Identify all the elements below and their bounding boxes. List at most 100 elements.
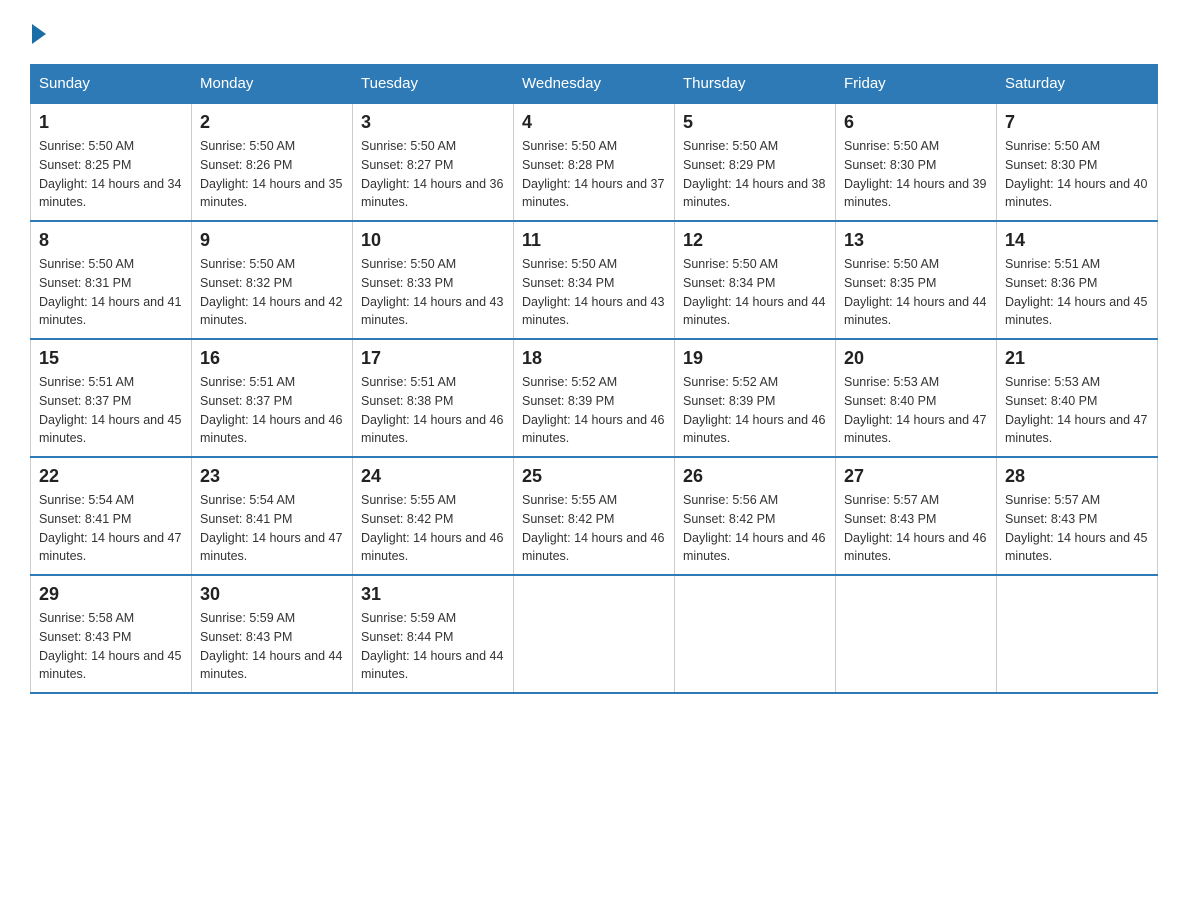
- day-info: Sunrise: 5:51 AMSunset: 8:37 PMDaylight:…: [39, 373, 183, 448]
- day-info: Sunrise: 5:50 AMSunset: 8:28 PMDaylight:…: [522, 137, 666, 212]
- header-day-thursday: Thursday: [675, 65, 836, 104]
- calendar-cell: 31 Sunrise: 5:59 AMSunset: 8:44 PMDaylig…: [353, 575, 514, 693]
- calendar-cell: 6 Sunrise: 5:50 AMSunset: 8:30 PMDayligh…: [836, 103, 997, 221]
- day-number: 12: [683, 230, 827, 251]
- day-info: Sunrise: 5:53 AMSunset: 8:40 PMDaylight:…: [1005, 373, 1149, 448]
- day-number: 26: [683, 466, 827, 487]
- day-info: Sunrise: 5:56 AMSunset: 8:42 PMDaylight:…: [683, 491, 827, 566]
- day-info: Sunrise: 5:51 AMSunset: 8:38 PMDaylight:…: [361, 373, 505, 448]
- day-info: Sunrise: 5:50 AMSunset: 8:34 PMDaylight:…: [522, 255, 666, 330]
- calendar-table: SundayMondayTuesdayWednesdayThursdayFrid…: [30, 64, 1158, 694]
- calendar-cell: 19 Sunrise: 5:52 AMSunset: 8:39 PMDaylig…: [675, 339, 836, 457]
- calendar-cell: 5 Sunrise: 5:50 AMSunset: 8:29 PMDayligh…: [675, 103, 836, 221]
- day-number: 6: [844, 112, 988, 133]
- day-number: 5: [683, 112, 827, 133]
- day-info: Sunrise: 5:54 AMSunset: 8:41 PMDaylight:…: [200, 491, 344, 566]
- day-info: Sunrise: 5:50 AMSunset: 8:34 PMDaylight:…: [683, 255, 827, 330]
- calendar-cell: 3 Sunrise: 5:50 AMSunset: 8:27 PMDayligh…: [353, 103, 514, 221]
- day-number: 10: [361, 230, 505, 251]
- calendar-cell: 8 Sunrise: 5:50 AMSunset: 8:31 PMDayligh…: [31, 221, 192, 339]
- calendar-cell: 30 Sunrise: 5:59 AMSunset: 8:43 PMDaylig…: [192, 575, 353, 693]
- calendar-cell: [997, 575, 1158, 693]
- day-number: 20: [844, 348, 988, 369]
- day-number: 1: [39, 112, 183, 133]
- day-number: 18: [522, 348, 666, 369]
- calendar-cell: 24 Sunrise: 5:55 AMSunset: 8:42 PMDaylig…: [353, 457, 514, 575]
- day-info: Sunrise: 5:51 AMSunset: 8:37 PMDaylight:…: [200, 373, 344, 448]
- day-info: Sunrise: 5:50 AMSunset: 8:26 PMDaylight:…: [200, 137, 344, 212]
- calendar-cell: 9 Sunrise: 5:50 AMSunset: 8:32 PMDayligh…: [192, 221, 353, 339]
- calendar-cell: [836, 575, 997, 693]
- day-info: Sunrise: 5:57 AMSunset: 8:43 PMDaylight:…: [1005, 491, 1149, 566]
- day-number: 14: [1005, 230, 1149, 251]
- day-info: Sunrise: 5:59 AMSunset: 8:43 PMDaylight:…: [200, 609, 344, 684]
- day-number: 19: [683, 348, 827, 369]
- day-info: Sunrise: 5:50 AMSunset: 8:29 PMDaylight:…: [683, 137, 827, 212]
- calendar-cell: 28 Sunrise: 5:57 AMSunset: 8:43 PMDaylig…: [997, 457, 1158, 575]
- day-info: Sunrise: 5:58 AMSunset: 8:43 PMDaylight:…: [39, 609, 183, 684]
- calendar-cell: [675, 575, 836, 693]
- header-day-wednesday: Wednesday: [514, 65, 675, 104]
- day-info: Sunrise: 5:50 AMSunset: 8:25 PMDaylight:…: [39, 137, 183, 212]
- day-info: Sunrise: 5:55 AMSunset: 8:42 PMDaylight:…: [361, 491, 505, 566]
- header-day-friday: Friday: [836, 65, 997, 104]
- day-number: 15: [39, 348, 183, 369]
- day-number: 3: [361, 112, 505, 133]
- day-info: Sunrise: 5:51 AMSunset: 8:36 PMDaylight:…: [1005, 255, 1149, 330]
- day-number: 30: [200, 584, 344, 605]
- logo-arrow-icon: [32, 24, 46, 44]
- day-number: 8: [39, 230, 183, 251]
- day-number: 2: [200, 112, 344, 133]
- calendar-week-row: 1 Sunrise: 5:50 AMSunset: 8:25 PMDayligh…: [31, 103, 1158, 221]
- calendar-cell: 21 Sunrise: 5:53 AMSunset: 8:40 PMDaylig…: [997, 339, 1158, 457]
- calendar-cell: 22 Sunrise: 5:54 AMSunset: 8:41 PMDaylig…: [31, 457, 192, 575]
- day-info: Sunrise: 5:59 AMSunset: 8:44 PMDaylight:…: [361, 609, 505, 684]
- day-info: Sunrise: 5:57 AMSunset: 8:43 PMDaylight:…: [844, 491, 988, 566]
- day-number: 24: [361, 466, 505, 487]
- header-day-monday: Monday: [192, 65, 353, 104]
- calendar-header-row: SundayMondayTuesdayWednesdayThursdayFrid…: [31, 65, 1158, 104]
- calendar-cell: 15 Sunrise: 5:51 AMSunset: 8:37 PMDaylig…: [31, 339, 192, 457]
- day-info: Sunrise: 5:50 AMSunset: 8:31 PMDaylight:…: [39, 255, 183, 330]
- calendar-cell: 7 Sunrise: 5:50 AMSunset: 8:30 PMDayligh…: [997, 103, 1158, 221]
- calendar-cell: 27 Sunrise: 5:57 AMSunset: 8:43 PMDaylig…: [836, 457, 997, 575]
- day-number: 21: [1005, 348, 1149, 369]
- calendar-cell: 16 Sunrise: 5:51 AMSunset: 8:37 PMDaylig…: [192, 339, 353, 457]
- header-day-saturday: Saturday: [997, 65, 1158, 104]
- day-info: Sunrise: 5:50 AMSunset: 8:27 PMDaylight:…: [361, 137, 505, 212]
- day-info: Sunrise: 5:53 AMSunset: 8:40 PMDaylight:…: [844, 373, 988, 448]
- calendar-week-row: 8 Sunrise: 5:50 AMSunset: 8:31 PMDayligh…: [31, 221, 1158, 339]
- day-number: 29: [39, 584, 183, 605]
- page-header: [30, 20, 1158, 44]
- day-number: 11: [522, 230, 666, 251]
- day-number: 28: [1005, 466, 1149, 487]
- day-number: 9: [200, 230, 344, 251]
- day-info: Sunrise: 5:52 AMSunset: 8:39 PMDaylight:…: [683, 373, 827, 448]
- calendar-cell: 1 Sunrise: 5:50 AMSunset: 8:25 PMDayligh…: [31, 103, 192, 221]
- day-info: Sunrise: 5:52 AMSunset: 8:39 PMDaylight:…: [522, 373, 666, 448]
- day-number: 23: [200, 466, 344, 487]
- calendar-cell: 29 Sunrise: 5:58 AMSunset: 8:43 PMDaylig…: [31, 575, 192, 693]
- calendar-week-row: 22 Sunrise: 5:54 AMSunset: 8:41 PMDaylig…: [31, 457, 1158, 575]
- calendar-cell: 2 Sunrise: 5:50 AMSunset: 8:26 PMDayligh…: [192, 103, 353, 221]
- day-info: Sunrise: 5:50 AMSunset: 8:32 PMDaylight:…: [200, 255, 344, 330]
- calendar-cell: 10 Sunrise: 5:50 AMSunset: 8:33 PMDaylig…: [353, 221, 514, 339]
- day-info: Sunrise: 5:50 AMSunset: 8:30 PMDaylight:…: [1005, 137, 1149, 212]
- day-number: 22: [39, 466, 183, 487]
- day-info: Sunrise: 5:50 AMSunset: 8:35 PMDaylight:…: [844, 255, 988, 330]
- calendar-cell: 17 Sunrise: 5:51 AMSunset: 8:38 PMDaylig…: [353, 339, 514, 457]
- header-day-sunday: Sunday: [31, 65, 192, 104]
- day-info: Sunrise: 5:50 AMSunset: 8:30 PMDaylight:…: [844, 137, 988, 212]
- logo: [30, 20, 46, 44]
- day-number: 13: [844, 230, 988, 251]
- calendar-week-row: 15 Sunrise: 5:51 AMSunset: 8:37 PMDaylig…: [31, 339, 1158, 457]
- calendar-cell: [514, 575, 675, 693]
- calendar-cell: 18 Sunrise: 5:52 AMSunset: 8:39 PMDaylig…: [514, 339, 675, 457]
- calendar-week-row: 29 Sunrise: 5:58 AMSunset: 8:43 PMDaylig…: [31, 575, 1158, 693]
- calendar-cell: 20 Sunrise: 5:53 AMSunset: 8:40 PMDaylig…: [836, 339, 997, 457]
- day-number: 17: [361, 348, 505, 369]
- calendar-cell: 12 Sunrise: 5:50 AMSunset: 8:34 PMDaylig…: [675, 221, 836, 339]
- calendar-cell: 14 Sunrise: 5:51 AMSunset: 8:36 PMDaylig…: [997, 221, 1158, 339]
- day-info: Sunrise: 5:54 AMSunset: 8:41 PMDaylight:…: [39, 491, 183, 566]
- day-number: 31: [361, 584, 505, 605]
